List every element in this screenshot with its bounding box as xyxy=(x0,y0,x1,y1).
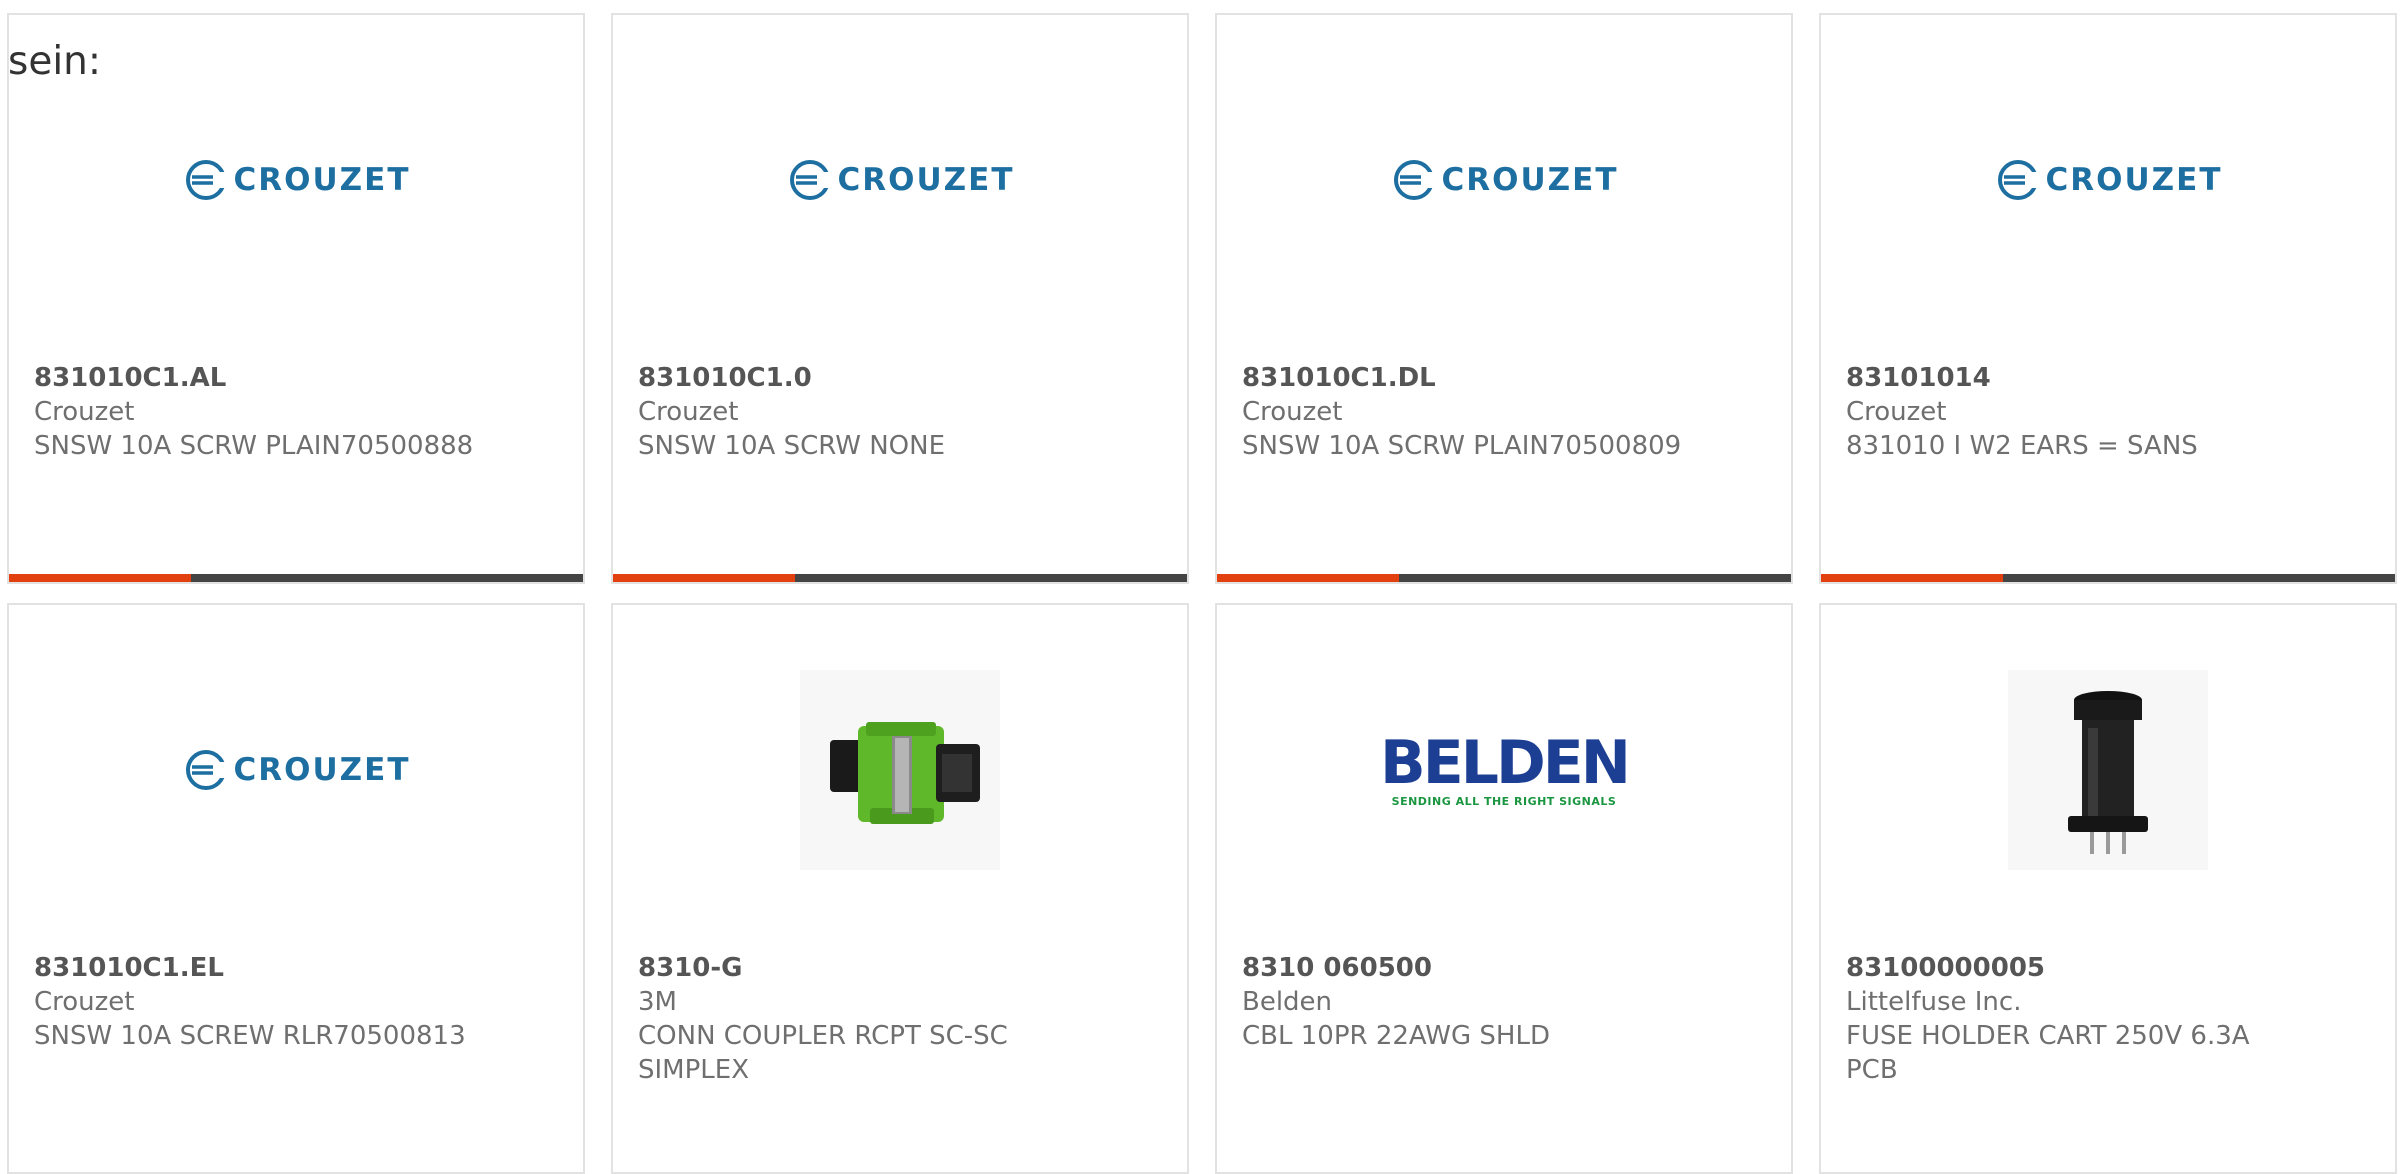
belden-wordmark: BELDEN xyxy=(1380,727,1631,798)
description: 831010 I W2 EARS = SANS xyxy=(1846,431,2198,461)
fiber-coupler-photo xyxy=(800,670,1000,870)
manufacturer: Crouzet xyxy=(1242,397,1343,427)
product-image[interactable]: CROUZET xyxy=(613,15,1187,345)
crouzet-logo: CROUZET xyxy=(182,748,411,792)
belden-logo: BELDEN SENDING ALL THE RIGHT SIGNALS xyxy=(1380,727,1631,808)
crouzet-wordmark: CROUZET xyxy=(2045,162,2223,198)
product-image[interactable]: CROUZET xyxy=(1821,15,2395,345)
description: SNSW 10A SCRW NONE xyxy=(638,431,945,461)
manufacturer: Crouzet xyxy=(1846,397,1947,427)
description: SNSW 10A SCREW RLR70500813 xyxy=(34,1021,466,1051)
card-bottom-bar xyxy=(1217,574,1791,582)
part-number[interactable]: 83100000005 xyxy=(1846,951,2375,985)
product-card[interactable]: CROUZET 831010C1.0 Crouzet SNSW 10A SCRW… xyxy=(611,13,1189,584)
product-card[interactable]: CROUZET 831010C1.AL Crouzet SNSW 10A SCR… xyxy=(7,13,585,584)
crouzet-mark-icon xyxy=(185,160,226,200)
manufacturer: Littelfuse Inc. xyxy=(1846,987,2022,1017)
fuse-holder-photo xyxy=(2008,670,2208,870)
product-image[interactable]: CROUZET xyxy=(1217,15,1791,345)
product-card[interactable]: 8310-G 3M CONN COUPLER RCPT SC-SC SIMPLE… xyxy=(611,603,1189,1174)
product-grid: CROUZET 831010C1.AL Crouzet SNSW 10A SCR… xyxy=(0,0,2400,1174)
product-card[interactable]: CROUZET 83101014 Crouzet 831010 I W2 EAR… xyxy=(1819,13,2397,584)
card-accent-bar xyxy=(1217,574,1399,582)
crouzet-wordmark: CROUZET xyxy=(837,162,1015,198)
card-accent-bar xyxy=(9,574,191,582)
crouzet-mark-icon xyxy=(1393,160,1434,200)
product-image[interactable]: BELDEN SENDING ALL THE RIGHT SIGNALS xyxy=(1217,605,1791,935)
description: SNSW 10A SCRW PLAIN70500888 xyxy=(34,431,474,461)
manufacturer: Belden xyxy=(1242,987,1333,1017)
card-bottom-bar xyxy=(613,574,1187,582)
product-image[interactable] xyxy=(613,605,1187,935)
manufacturer: 3M xyxy=(638,987,677,1017)
crouzet-logo: CROUZET xyxy=(1390,158,1619,202)
product-card[interactable]: BELDEN SENDING ALL THE RIGHT SIGNALS 831… xyxy=(1215,603,1793,1174)
crouzet-mark-icon xyxy=(789,160,830,200)
crouzet-mark-icon xyxy=(1997,160,2038,200)
part-number[interactable]: 83101014 xyxy=(1846,361,2375,395)
card-accent-bar xyxy=(613,574,795,582)
crouzet-logo: CROUZET xyxy=(182,158,411,202)
crouzet-wordmark: CROUZET xyxy=(233,752,411,788)
product-card[interactable]: CROUZET 831010C1.EL Crouzet SNSW 10A SCR… xyxy=(7,603,585,1174)
product-image[interactable] xyxy=(1821,605,2395,935)
crouzet-logo: CROUZET xyxy=(786,158,1015,202)
description: SNSW 10A SCRW PLAIN70500809 xyxy=(1242,431,1682,461)
part-number[interactable]: 831010C1.EL xyxy=(34,951,563,985)
card-accent-bar xyxy=(1821,574,2003,582)
part-number[interactable]: 831010C1.AL xyxy=(34,361,563,395)
part-number[interactable]: 831010C1.DL xyxy=(1242,361,1771,395)
crouzet-wordmark: CROUZET xyxy=(233,162,411,198)
part-number[interactable]: 8310-G xyxy=(638,951,1167,985)
crouzet-mark-icon xyxy=(185,750,226,790)
card-bottom-bar xyxy=(9,574,583,582)
product-card[interactable]: 83100000005 Littelfuse Inc. FUSE HOLDER … xyxy=(1819,603,2397,1174)
manufacturer: Crouzet xyxy=(34,397,135,427)
part-number[interactable]: 8310 060500 xyxy=(1242,951,1771,985)
product-card[interactable]: CROUZET 831010C1.DL Crouzet SNSW 10A SCR… xyxy=(1215,13,1793,584)
description: CONN COUPLER RCPT SC-SC SIMPLEX xyxy=(638,1021,1008,1085)
crouzet-wordmark: CROUZET xyxy=(1441,162,1619,198)
description: CBL 10PR 22AWG SHLD xyxy=(1242,1021,1550,1051)
belden-tagline: SENDING ALL THE RIGHT SIGNALS xyxy=(1391,794,1617,808)
part-number[interactable]: 831010C1.0 xyxy=(638,361,1167,395)
intro-text: sein: xyxy=(8,39,102,84)
manufacturer: Crouzet xyxy=(638,397,739,427)
crouzet-logo: CROUZET xyxy=(1994,158,2223,202)
description: FUSE HOLDER CART 250V 6.3A PCB xyxy=(1846,1021,2250,1085)
product-image[interactable]: CROUZET xyxy=(9,605,583,935)
card-bottom-bar xyxy=(1821,574,2395,582)
manufacturer: Crouzet xyxy=(34,987,135,1017)
